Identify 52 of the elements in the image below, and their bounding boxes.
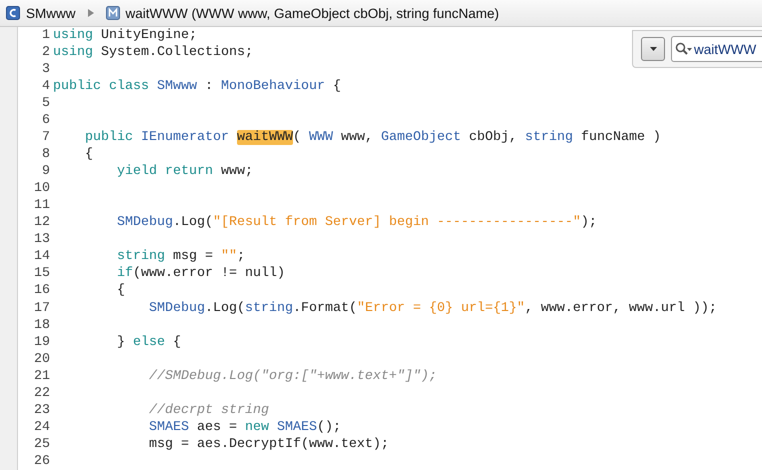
code-line: using UnityEngine; [53,27,197,44]
line-number: 5 [41,95,51,112]
search-match: waitWWW [236,130,293,146]
line-number: 9 [41,163,51,180]
dropdown-button[interactable] [641,37,665,61]
code-line: //decrpt string [148,402,269,419]
line-number: 6 [41,112,51,130]
code-line: //SMDebug.Log("org:["+www.text+"]"); [148,368,437,385]
code-line: msg = aes.DecryptIf(www.text); [148,436,389,453]
code-line: } else { [116,334,181,351]
line-number: 19 [33,334,51,351]
line-number: 26 [33,452,51,470]
line-number: 4 [41,78,51,96]
line-number: 11 [33,197,51,214]
line-number: 25 [33,436,51,453]
line-number: 20 [33,350,51,368]
code-line: if(www.error != null) [116,265,285,282]
line-number: 13 [33,231,51,248]
line-number: 21 [33,368,51,385]
search-field[interactable]: waitWWW [671,36,762,62]
line-number: 8 [41,146,51,164]
line-number: 7 [41,129,51,146]
line-number: 23 [33,402,51,419]
code-line: public class SMwww : MonoBehaviour { [53,78,341,96]
code-line: SMAES aes = new SMAES(); [148,418,341,436]
code-line: yield return www; [116,163,253,180]
line-number: 14 [33,248,51,266]
code-line: SMDebug.Log(string.Format("Error = {0} url={1}", www.error, www.url )); [148,300,717,317]
code-line: public IEnumerator waitWWW( WWW www, GameObject cbObj, string funcName ) [84,129,661,146]
code-line: { [84,146,93,164]
line-number: 17 [33,300,51,317]
code-line: { [116,282,125,300]
line-number: 12 [33,214,51,232]
method-signature[interactable]: waitWWW (WWW www, GameObject cbObj, string funcName) [126,6,500,20]
caret-icon [650,47,656,51]
method-icon [106,6,120,20]
search-icon [675,42,693,56]
line-number: 16 [33,282,51,300]
line-number: 2 [41,44,51,62]
code-line: string msg = ""; [116,248,245,266]
line-number: 18 [33,316,51,334]
line-number: 15 [33,265,51,282]
chevron-icon [88,9,94,17]
class-name[interactable]: SMwww [26,6,76,20]
code-line: using System.Collections; [53,44,253,62]
code-line: SMDebug.Log("[Result from Server] begin -----------------"); [116,214,597,232]
class-icon [6,6,20,20]
line-number: 24 [33,418,51,436]
line-number: 10 [33,180,51,198]
line-number: 22 [33,384,51,402]
line-number: 3 [41,61,51,78]
line-number: 1 [41,27,51,44]
